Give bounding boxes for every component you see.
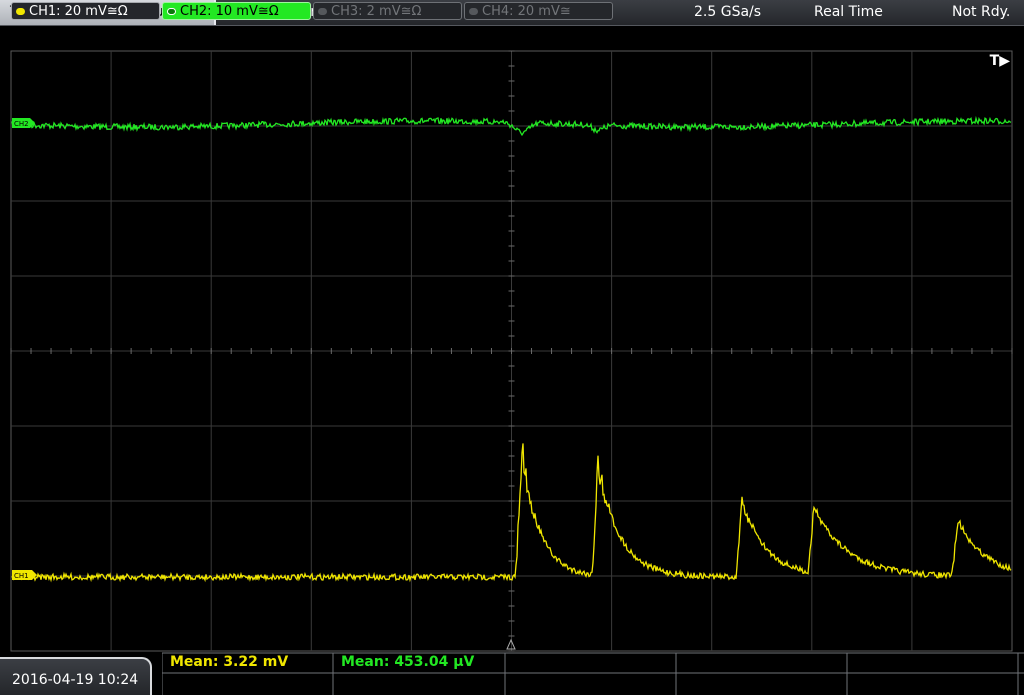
- sample-rate: 2.5 GSa/s: [694, 4, 762, 20]
- channel-4-label: CH4: 20 mV≅: [482, 4, 571, 19]
- channel-2-tab[interactable]: CH2: 10 mV≅Ω: [162, 2, 311, 20]
- measurement-1[interactable]: Mean: 3.22 mV: [170, 654, 288, 670]
- channel-4-tab[interactable]: CH4: 20 mV≅: [464, 2, 613, 20]
- channel-3-tab[interactable]: CH3: 2 mV≅Ω: [313, 2, 462, 20]
- trigger-state: Not Rdy.: [952, 4, 1011, 20]
- channel-1-tab[interactable]: CH1: 20 mV≅Ω: [11, 2, 160, 20]
- acquisition-mode[interactable]: Real Time: [814, 0, 883, 25]
- channel-2-label: CH2: 10 mV≅Ω: [180, 4, 279, 19]
- channel-3-label: CH3: 2 mV≅Ω: [331, 4, 422, 19]
- channel-4-indicator-icon: [469, 8, 478, 15]
- measurement-bar: [162, 652, 1024, 695]
- channel-bar: [0, 26, 1024, 48]
- channel-1-indicator-icon: [16, 8, 25, 15]
- datetime-text: 2016-04-19 10:24: [12, 672, 139, 688]
- svg-text:CH1: CH1: [14, 572, 29, 580]
- trigger-level-marker[interactable]: T▶: [990, 53, 1010, 69]
- measurement-2[interactable]: Mean: 453.04 µV: [341, 654, 474, 670]
- svg-text:CH2: CH2: [14, 120, 29, 128]
- channel-3-indicator-icon: [318, 8, 327, 15]
- channel-2-indicator-icon: [167, 8, 176, 15]
- channel-1-label: CH1: 20 mV≅Ω: [29, 4, 128, 19]
- channel-1-ground-marker[interactable]: CH1: [12, 570, 37, 580]
- waveform-display[interactable]: CH2 CH1: [0, 50, 1024, 652]
